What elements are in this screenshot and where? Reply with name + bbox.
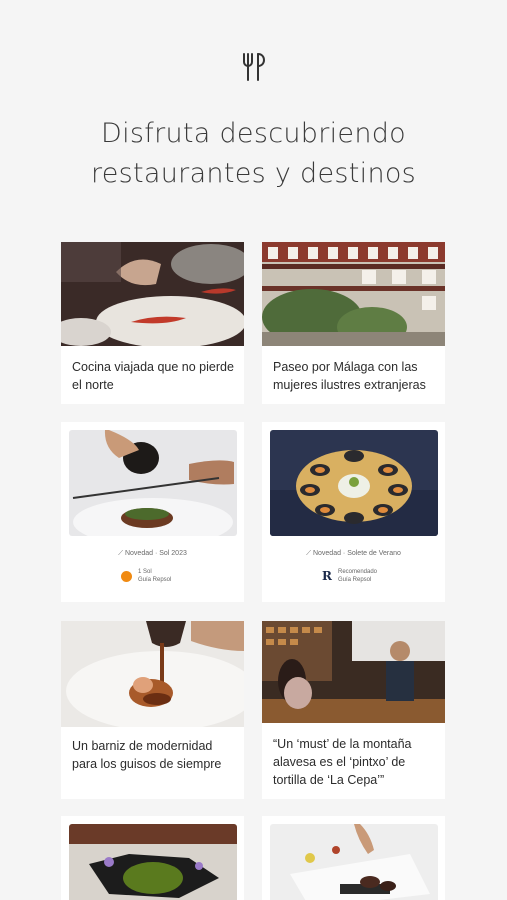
badge-source: Guía Repsol [337,577,372,583]
restaurant-card-8[interactable] [262,816,445,900]
restaurant-meta: ⟋ Novedad · Solete de Verano [262,550,445,558]
card-title: Cocina viajada que no pierde el norte [72,360,234,392]
bar-counter-photo [262,621,445,723]
fork-knife-icon [238,50,270,82]
truffle-shaving-photo [69,430,237,536]
article-card-paseo-malaga[interactable]: Paseo por Málaga con las mujeres ilustre… [262,242,445,404]
restaurant-card-7[interactable] [61,816,244,900]
award-badge: R Recomendado Guía Repsol [322,568,377,584]
card-title: “Un ‘must’ de la montaña alavesa es el ‘… [273,737,412,787]
restaurant-meta: ⟋ Novedad · Sol 2023 [61,550,244,558]
badge-label: 1 Sol [138,569,152,575]
badge-source: Guía Repsol [138,577,172,583]
headline-line-2: restaurantes y destinos [90,158,417,189]
tasting-plate-photo [270,824,438,900]
page-title: Disfruta descubriendo restaurantes y des… [0,114,507,194]
badge-label: Recomendado [337,569,378,575]
headline-line-1: Disfruta descubriendo [101,118,406,149]
sauce-pouring-photo [61,621,244,727]
mussels-platter-photo [270,430,438,536]
meta-text: Novedad · Sol 2023 [124,550,187,557]
sun-icon [121,570,132,582]
green-soup-photo [69,824,237,900]
patio-courtyard-photo [262,242,445,346]
award-badge: 1 Sol Guía Repsol [121,568,171,584]
chef-plating-photo [61,242,244,346]
trend-icon: ⟋ [306,550,313,557]
restaurant-card-sol[interactable]: ⟋ Novedad · Sol 2023 1 Sol Guía Repsol [61,422,244,602]
repsol-r-icon: R [322,569,332,583]
trend-icon: ⟋ [118,550,125,557]
card-title: Paseo por Málaga con las mujeres ilustre… [273,360,426,392]
card-title: Un barniz de modernidad para los guisos … [72,739,222,771]
article-card-cocina-viajada[interactable]: Cocina viajada que no pierde el norte [61,242,244,404]
article-card-barniz[interactable]: Un barniz de modernidad para los guisos … [61,621,244,799]
meta-text: Novedad · Solete de Verano [312,550,401,557]
restaurant-card-solete[interactable]: ⟋ Novedad · Solete de Verano R Recomenda… [262,422,445,602]
article-card-la-cepa[interactable]: “Un ‘must’ de la montaña alavesa es el ‘… [262,621,445,799]
